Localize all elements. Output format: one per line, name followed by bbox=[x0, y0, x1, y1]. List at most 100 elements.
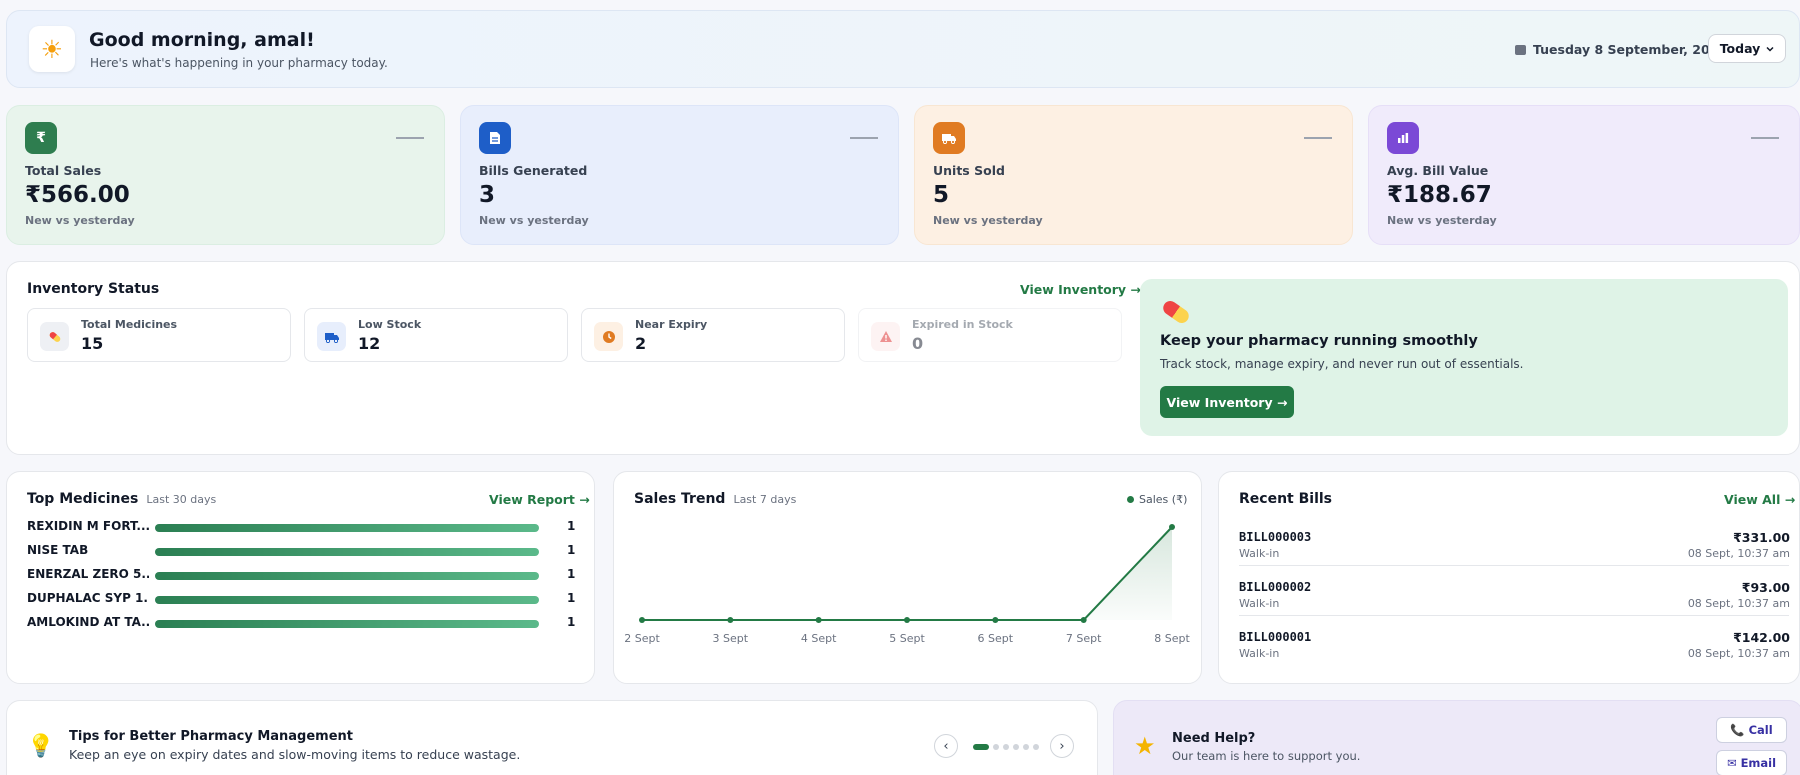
view-all-bills-link[interactable]: View All → bbox=[1724, 492, 1795, 507]
bill-amount: ₹331.00 bbox=[1733, 530, 1790, 545]
x-tick-label: 5 Sept bbox=[889, 632, 925, 645]
bill-row[interactable]: BILL000001 Walk-in ₹142.00 08 Sept, 10:3… bbox=[1239, 624, 1790, 670]
inventory-low-stock[interactable]: Low Stock 12 bbox=[304, 308, 568, 362]
period-select[interactable]: Today bbox=[1708, 34, 1786, 63]
view-inventory-link[interactable]: View Inventory → bbox=[1020, 282, 1141, 297]
x-tick-label: 8 Sept bbox=[1154, 632, 1190, 645]
panel-subtitle: Last 30 days bbox=[146, 493, 217, 506]
current-date-text: Tuesday 8 September, 2026 bbox=[1533, 42, 1728, 57]
list-item: NISE TAB 1 bbox=[27, 543, 577, 561]
panel-title: Top Medicines bbox=[27, 491, 139, 507]
stat-value: 3 bbox=[479, 182, 496, 208]
tips-text: Keep an eye on expiry dates and slow-mov… bbox=[69, 747, 521, 762]
promo-title: Keep your pharmacy running smoothly bbox=[1160, 333, 1478, 349]
phone-icon: 📞 bbox=[1730, 723, 1745, 737]
list-item: REXIDIN M FORT... 1 bbox=[27, 519, 577, 537]
stat-note: New vs yesterday bbox=[479, 214, 589, 227]
sun-icon: ☀ bbox=[29, 26, 75, 72]
x-tick-label: 6 Sept bbox=[978, 632, 1014, 645]
stat-card-units-sold: Units Sold 5 New vs yesterday bbox=[914, 105, 1353, 245]
trend-indicator bbox=[396, 137, 424, 139]
chevron-right-icon: › bbox=[1059, 738, 1065, 754]
carousel-dots bbox=[973, 744, 1039, 750]
mail-icon: ✉ bbox=[1726, 756, 1737, 770]
medicine-bar bbox=[155, 572, 539, 580]
inventory-expired-in-stock[interactable]: Expired in Stock 0 bbox=[858, 308, 1122, 362]
warning-icon bbox=[871, 322, 900, 351]
inventory-item-value: 12 bbox=[358, 334, 381, 353]
sales-line bbox=[642, 526, 1173, 621]
chevron-down-icon bbox=[1766, 46, 1774, 52]
list-item: AMLOKIND AT TA... 1 bbox=[27, 615, 577, 633]
sales-trend-panel: Sales Trend Last 7 days Sales (₹) 2 Sept 3… bbox=[613, 471, 1202, 684]
recent-bills-title: Recent Bills bbox=[1239, 491, 1333, 507]
bill-customer: Walk-in bbox=[1239, 547, 1280, 560]
truck-icon bbox=[933, 122, 965, 154]
x-tick-label: 3 Sept bbox=[713, 632, 749, 645]
medicine-name: ENERZAL ZERO 5... bbox=[27, 567, 149, 581]
inventory-total-medicines[interactable]: Total Medicines 15 bbox=[27, 308, 291, 362]
data-point[interactable] bbox=[1169, 524, 1175, 530]
inventory-item-value: 0 bbox=[912, 334, 924, 353]
greeting-header: ☀ Good morning, amal! Here's what's happ… bbox=[6, 10, 1800, 88]
bill-row[interactable]: BILL000002 Walk-in ₹93.00 08 Sept, 10:37… bbox=[1239, 574, 1790, 620]
divider bbox=[1239, 565, 1789, 566]
stat-note: New vs yesterday bbox=[933, 214, 1043, 227]
tips-next-button[interactable]: › bbox=[1050, 734, 1074, 758]
sales-area bbox=[642, 527, 1172, 620]
data-point[interactable] bbox=[1080, 617, 1087, 623]
inventory-item-label: Low Stock bbox=[358, 318, 422, 331]
medicine-count: 1 bbox=[567, 543, 576, 557]
bill-date: 08 Sept, 10:37 am bbox=[1687, 547, 1790, 560]
bill-customer: Walk-in bbox=[1239, 597, 1280, 610]
data-point[interactable] bbox=[992, 617, 999, 623]
carousel-dot[interactable] bbox=[1013, 744, 1019, 750]
data-point[interactable] bbox=[815, 617, 822, 623]
medicine-count: 1 bbox=[567, 519, 576, 533]
star-icon: ★ bbox=[1134, 732, 1156, 760]
trend-indicator bbox=[850, 137, 878, 139]
carousel-dot[interactable] bbox=[1033, 744, 1039, 750]
greeting-subtitle: Here's what's happening in your pharmacy… bbox=[90, 56, 388, 70]
pill-icon bbox=[1160, 298, 1192, 326]
inventory-item-label: Near Expiry bbox=[635, 318, 708, 331]
inventory-near-expiry[interactable]: Near Expiry 2 bbox=[581, 308, 845, 362]
bill-customer: Walk-in bbox=[1239, 647, 1280, 660]
help-text: Our team is here to support you. bbox=[1172, 749, 1361, 763]
carousel-dot[interactable] bbox=[1003, 744, 1009, 750]
email-button[interactable]: ✉ Email bbox=[1716, 750, 1787, 775]
stat-note: New vs yesterday bbox=[25, 214, 135, 227]
inventory-item-value: 15 bbox=[81, 334, 104, 353]
bill-row[interactable]: BILL000003 Walk-in ₹331.00 08 Sept, 10:3… bbox=[1239, 524, 1790, 570]
x-tick-label: 4 Sept bbox=[801, 632, 837, 645]
tips-panel: 💡 Tips for Better Pharmacy Management Ke… bbox=[6, 700, 1098, 775]
data-point[interactable] bbox=[904, 617, 910, 623]
data-point[interactable] bbox=[639, 617, 645, 623]
view-inventory-button[interactable]: View Inventory → bbox=[1160, 386, 1294, 418]
inventory-item-value: 2 bbox=[635, 334, 647, 353]
tips-prev-button[interactable]: ‹ bbox=[934, 734, 958, 758]
data-point[interactable] bbox=[727, 617, 734, 623]
truck-icon bbox=[317, 322, 346, 351]
medicine-bar bbox=[155, 620, 539, 628]
bill-amount: ₹93.00 bbox=[1741, 580, 1790, 595]
promo-text: Track stock, manage expiry, and never ru… bbox=[1160, 357, 1524, 371]
carousel-dot[interactable] bbox=[973, 744, 989, 750]
chevron-left-icon: ‹ bbox=[943, 738, 949, 754]
medicine-count: 1 bbox=[567, 615, 576, 629]
stat-label: Avg. Bill Value bbox=[1387, 163, 1489, 178]
inventory-status-panel: Inventory Status View Inventory → Total … bbox=[6, 261, 1800, 455]
medicine-count: 1 bbox=[567, 567, 576, 581]
carousel-dot[interactable] bbox=[1023, 744, 1029, 750]
period-select-label: Today bbox=[1719, 41, 1761, 56]
medicine-count: 1 bbox=[567, 591, 576, 605]
bill-id: BILL000003 bbox=[1239, 530, 1312, 544]
bill-id: BILL000001 bbox=[1239, 630, 1312, 644]
carousel-dot[interactable] bbox=[993, 744, 999, 750]
medicine-name: REXIDIN M FORT... bbox=[27, 519, 149, 533]
clock-icon bbox=[594, 322, 623, 351]
medicine-name: AMLOKIND AT TA... bbox=[27, 615, 149, 629]
view-report-link[interactable]: View Report → bbox=[489, 492, 590, 507]
call-button[interactable]: 📞 Call bbox=[1716, 717, 1787, 743]
help-title: Need Help? bbox=[1172, 731, 1256, 746]
